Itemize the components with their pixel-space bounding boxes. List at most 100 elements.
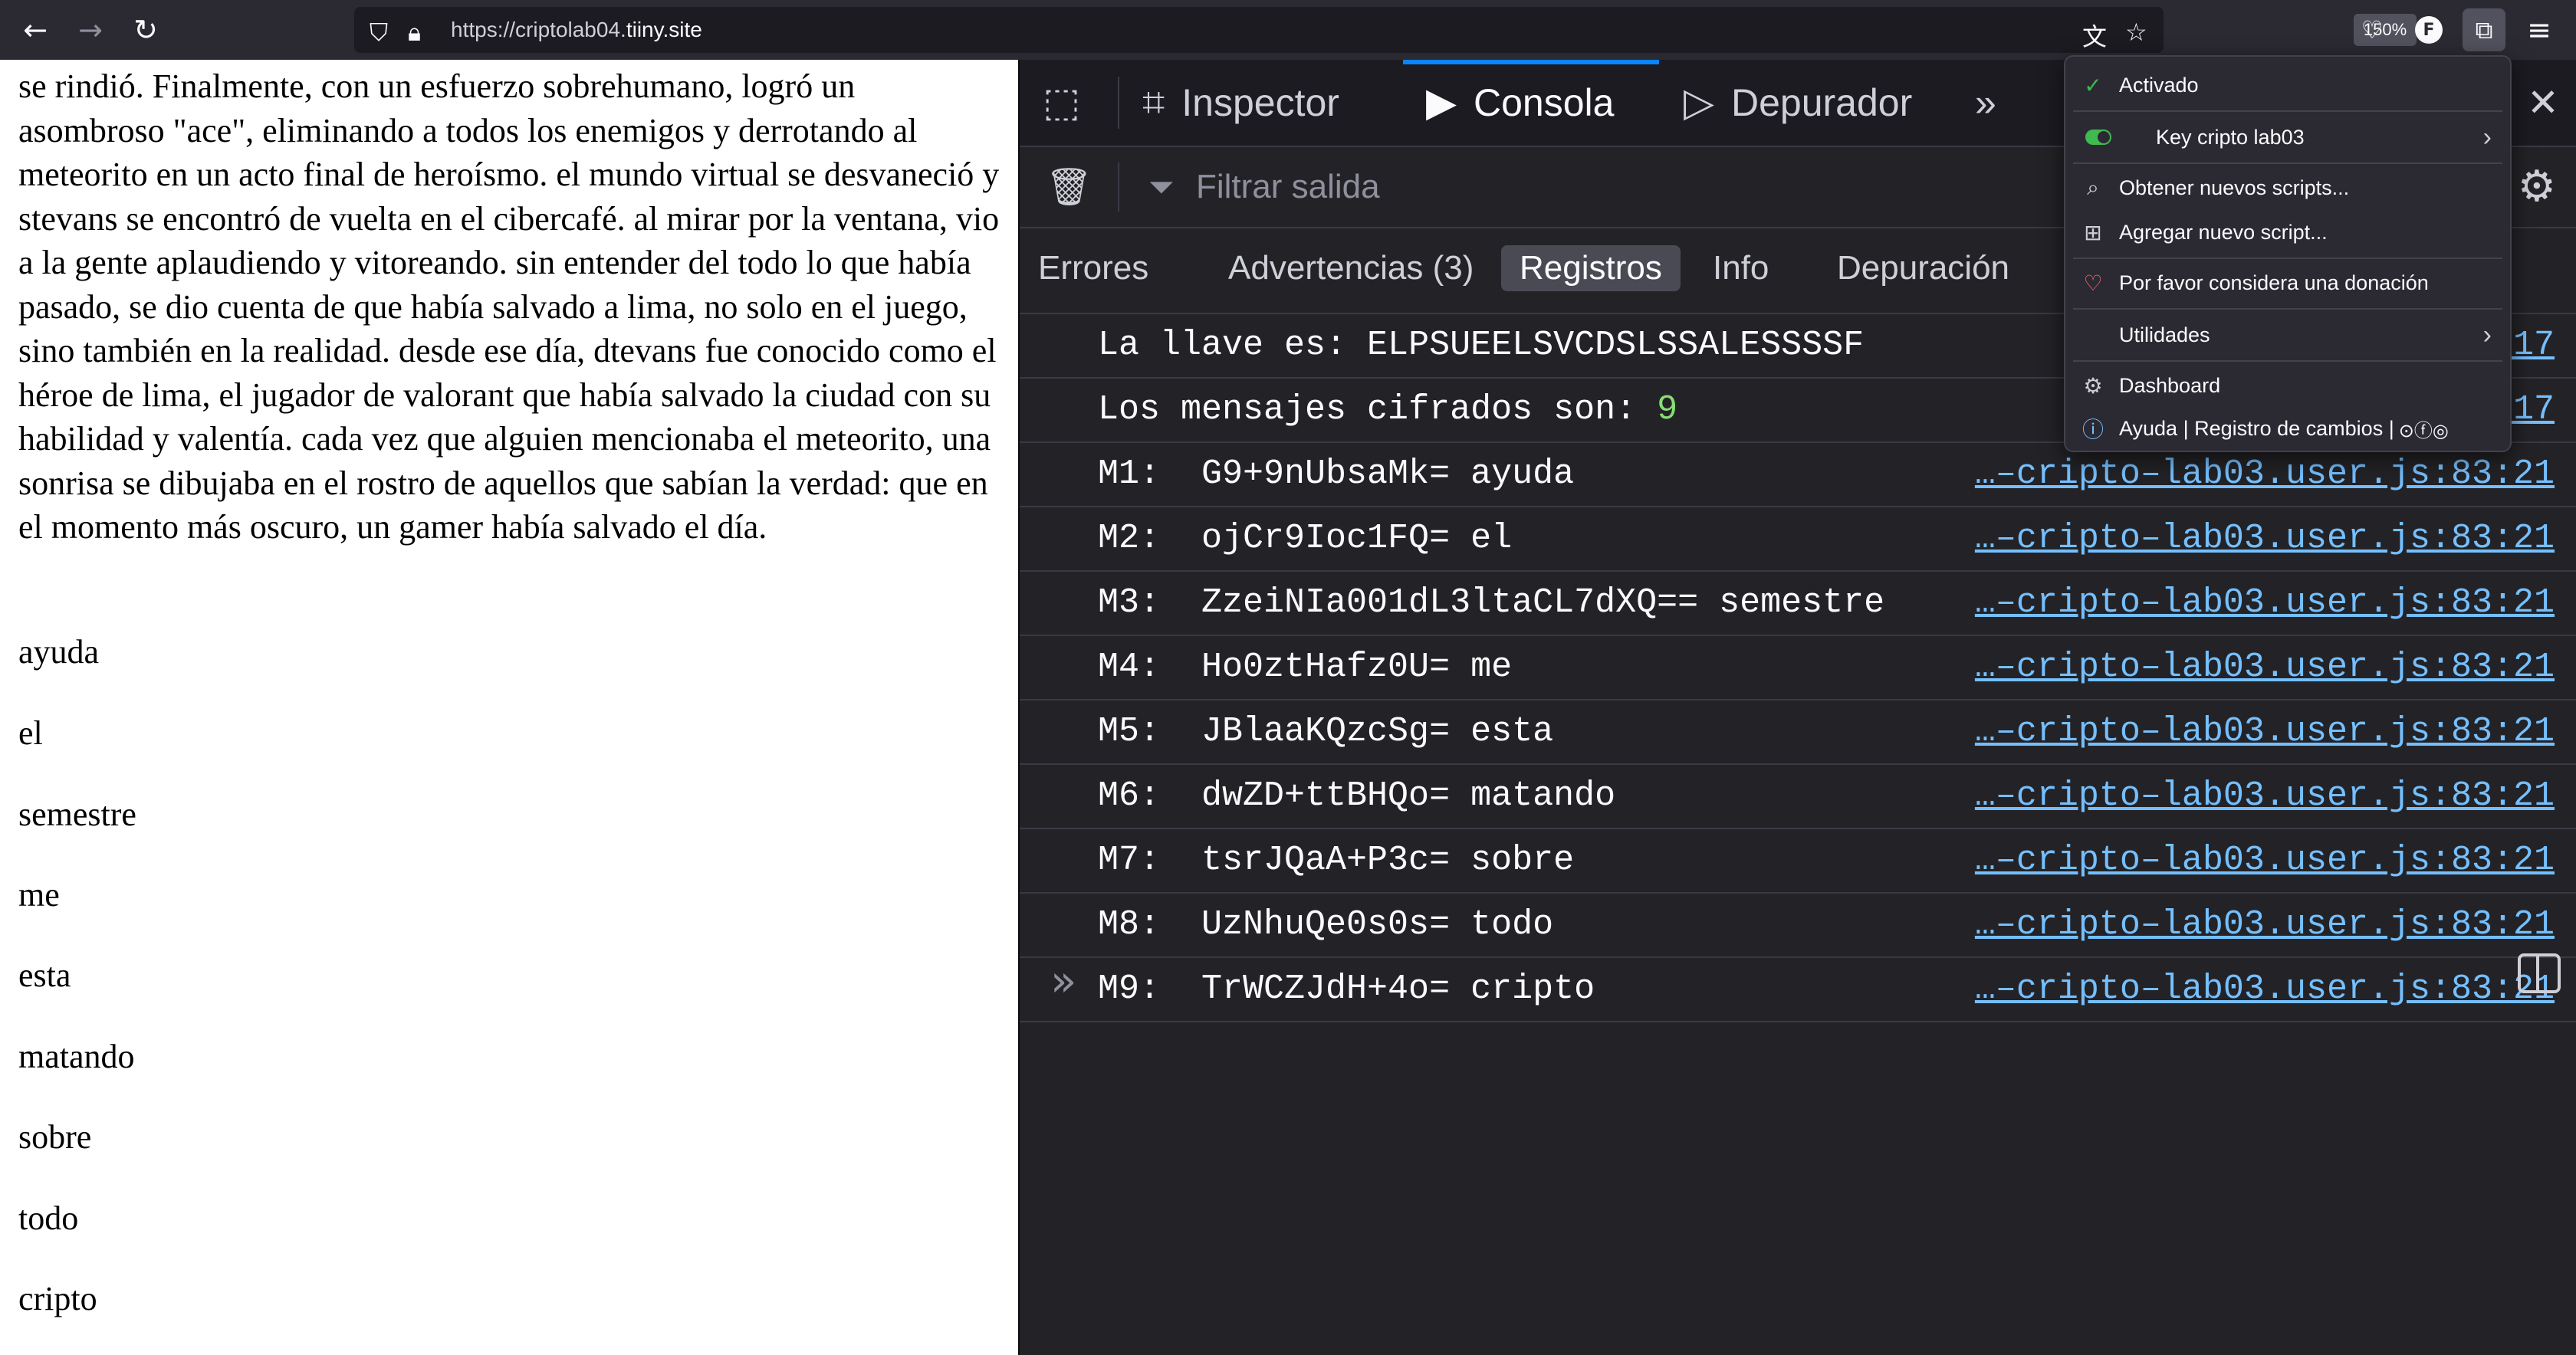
web-page: se rindió. Finalmente, con un esfuerzo s…: [0, 60, 1018, 1355]
check-icon: ✓: [2084, 73, 2102, 97]
console-row-message: M2: ojCr9Ioc1FQ= el …–cripto–lab03.user.js:…: [1020, 507, 2576, 572]
menu-icon[interactable]: ≡: [2518, 8, 2561, 51]
ciphertext: UzNhuQe0s0s=: [1201, 905, 1451, 944]
plaintext: semestre: [1719, 583, 1885, 622]
menu-utilities[interactable]: Utilidades ›: [2065, 313, 2510, 357]
message-id: M7:: [1098, 841, 1161, 880]
console-row-message: M5: JBlaaKQzcSg= esta …–cripto–lab03.user.j…: [1020, 700, 2576, 765]
menu-enabled[interactable]: ✓ Activado: [2065, 63, 2510, 107]
word-7: sobre: [18, 1118, 92, 1156]
source-link[interactable]: …–cripto–lab03.user.js:83:21: [1975, 894, 2555, 956]
menu-enabled-label: Activado: [2119, 73, 2199, 97]
source-link[interactable]: …–cripto–lab03.user.js:83:21: [1975, 636, 2555, 699]
toggle-icon[interactable]: [2085, 130, 2111, 145]
plus-box-icon: ⊞: [2084, 220, 2102, 244]
source-link[interactable]: …–cripto–lab03.user.js:83:21: [1975, 507, 2555, 570]
avatar-letter: F: [2415, 16, 2443, 44]
trash-icon[interactable]: 🗑︎: [1046, 147, 1092, 227]
add-script-label: Agregar nuevo script...: [2119, 220, 2328, 244]
translate-icon[interactable]: 文: [2082, 18, 2107, 53]
element-picker-icon[interactable]: ⬚: [1043, 60, 1097, 146]
debugger-icon: ▷: [1684, 80, 1714, 125]
plaintext: todo: [1470, 905, 1554, 944]
back-icon[interactable]: ←: [14, 8, 57, 51]
source-link[interactable]: …–cripto–lab03.user.js:83:21: [1975, 572, 2555, 635]
cipher-message: M5: JBlaaKQzcSg= esta: [1098, 700, 1553, 763]
word-6: matando: [18, 1038, 135, 1075]
account-avatar[interactable]: F: [2407, 8, 2450, 51]
lock-icon[interactable]: 🔒︎: [408, 18, 421, 48]
divider: [1118, 77, 1119, 129]
menu-get-scripts[interactable]: ⌕ Obtener nuevos scripts...: [2065, 166, 2510, 210]
filter-warnings[interactable]: Advertencias (3): [1210, 245, 1492, 291]
plaintext: me: [1470, 648, 1513, 687]
plaintext: matando: [1470, 776, 1616, 815]
pocket-icon[interactable]: ♡: [2351, 8, 2394, 51]
source-link[interactable]: …–cripto–lab03.user.js:83:21: [1975, 765, 2555, 828]
console-row-message: M6: dwZD+ttBHQo= matando …–cripto–lab03.use…: [1020, 765, 2576, 829]
settings-gear-icon[interactable]: ⚙: [2518, 147, 2556, 227]
bookmark-star-icon[interactable]: ☆: [2125, 18, 2147, 47]
message-id: M4:: [1098, 648, 1161, 687]
message-id: M3:: [1098, 583, 1161, 622]
menu-add-script[interactable]: ⊞ Agregar nuevo script...: [2065, 210, 2510, 254]
dashboard-label: Dashboard: [2119, 373, 2221, 397]
ciphertext: ojCr9Ioc1FQ=: [1201, 519, 1451, 558]
chevron-right-icon: ›: [2482, 320, 2492, 349]
word-4: me: [18, 876, 60, 914]
plaintext: sobre: [1470, 841, 1575, 880]
filter-logs[interactable]: Registros: [1501, 245, 1681, 291]
message-id: M6:: [1098, 776, 1161, 815]
menu-help[interactable]: ⓘ Ayuda | Registro de cambios | ⊙ⓕ◎: [2065, 406, 2510, 451]
tab-debugger[interactable]: ▷ Depurador: [1684, 60, 1912, 146]
ciphertext: ZzeiNIa001dL3ltaCL7dXQ==: [1201, 583, 1699, 622]
forward-icon[interactable]: →: [69, 8, 112, 51]
menu-donate[interactable]: ♡ Por favor considera una donación: [2065, 261, 2510, 305]
source-link[interactable]: …–cripto–lab03.user.js:83:21: [1975, 829, 2555, 892]
cipher-message: M3: ZzeiNIa001dL3ltaCL7dXQ== semestre: [1098, 572, 1884, 635]
message-id: M9:: [1098, 969, 1161, 1009]
word-3: semestre: [18, 796, 136, 833]
filter-info[interactable]: Info: [1694, 245, 1787, 291]
cipher-message: M7: tsrJQaA+P3c= sobre: [1098, 829, 1574, 892]
heart-icon: ♡: [2083, 271, 2103, 295]
key-message: La llave es: ELPSUEELSVCDSLSSALESSSSF: [1098, 326, 1865, 365]
filter-debug[interactable]: Depuración: [1819, 245, 2028, 291]
menu-script-key-cripto[interactable]: Key cripto lab03 ›: [2065, 115, 2510, 159]
word-9: cripto: [18, 1280, 97, 1317]
cipher-message: M2: ojCr9Ioc1FQ= el: [1098, 507, 1512, 570]
split-console-icon[interactable]: [2518, 953, 2561, 993]
social-icons[interactable]: ⊙ⓕ◎: [2399, 415, 2449, 442]
more-tabs-icon[interactable]: »: [1975, 60, 1996, 146]
menu-dashboard[interactable]: ⚙ Dashboard: [2065, 363, 2510, 408]
ciphertext: JBlaaKQzcSg=: [1201, 712, 1451, 751]
filter-errors[interactable]: Errores: [1020, 245, 1167, 291]
donate-label: Por favor considera una donación: [2119, 271, 2429, 294]
get-scripts-label: Obtener nuevos scripts...: [2119, 176, 2350, 199]
tab-console[interactable]: ▶ Consola: [1426, 60, 1614, 146]
word-5: esta: [18, 956, 71, 994]
count-value: 9: [1657, 390, 1678, 429]
url-text[interactable]: https://criptolab04.tiiny.site: [451, 7, 702, 53]
close-icon[interactable]: ✕: [2527, 60, 2559, 146]
source-link[interactable]: …–cripto–lab03.user.js:83:21: [1975, 443, 2555, 506]
shield-icon[interactable]: ⛉: [370, 18, 388, 48]
source-link[interactable]: …–cripto–lab03.user.js:83:21: [1975, 700, 2555, 763]
console-icon: ▶: [1426, 80, 1457, 125]
cipher-message: M9: TrWCZJdH+4o= cripto: [1098, 958, 1595, 1021]
console-prompt-icon[interactable]: »: [1050, 956, 1076, 1006]
source-link[interactable]: …–cripto–lab03.user.js:83:21: [1975, 958, 2555, 1021]
help-label: Ayuda | Registro de cambios |: [2119, 416, 2394, 440]
reload-icon[interactable]: ↻: [124, 8, 167, 51]
plaintext: esta: [1470, 712, 1554, 751]
tab-inspector[interactable]: ⌗ Inspector: [1142, 60, 1339, 146]
extensions-icon[interactable]: ⧉: [2463, 8, 2505, 51]
url-bar[interactable]: ⛉ 🔒︎ https://criptolab04.tiiny.site 150%…: [354, 7, 2417, 53]
cipher-message: M6: dwZD+ttBHQo= matando: [1098, 765, 1615, 828]
plaintext: ayuda: [1470, 454, 1575, 494]
cipher-message: M4: Ho0ztHafz0U= me: [1098, 636, 1512, 699]
info-icon: ⓘ: [2082, 418, 2104, 441]
console-row-message: M8: UzNhuQe0s0s= todo …–cripto–lab03.user.j…: [1020, 894, 2576, 958]
tab-console-label: Consola: [1474, 81, 1615, 124]
filter-input[interactable]: Filtrar salida: [1196, 147, 1380, 227]
